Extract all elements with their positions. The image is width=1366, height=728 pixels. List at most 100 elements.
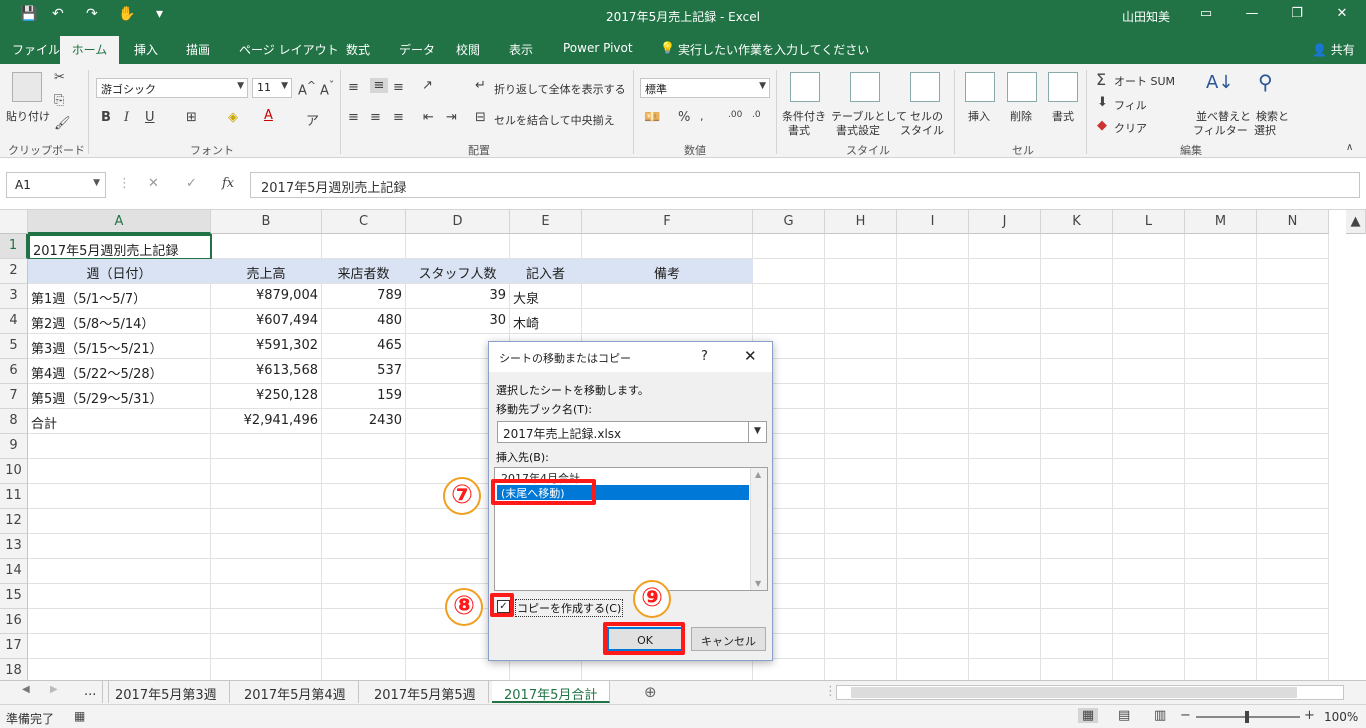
delete-cells-button[interactable]: 削除 bbox=[1010, 108, 1032, 124]
grid-cell[interactable] bbox=[969, 509, 1041, 534]
create-copy-label[interactable]: コピーを作成する(C) bbox=[515, 599, 624, 617]
column-header-m[interactable]: M bbox=[1185, 210, 1257, 234]
align-bottom-icon[interactable]: ≡ bbox=[393, 80, 404, 95]
vertical-scrollbar[interactable]: ▲ bbox=[1346, 210, 1366, 234]
grid-cell[interactable] bbox=[825, 409, 897, 434]
wrap-text-button[interactable]: 折り返して全体を表示する bbox=[494, 81, 626, 97]
row-header[interactable]: 1 bbox=[0, 234, 28, 259]
grid-cell[interactable] bbox=[1041, 634, 1113, 659]
cell[interactable]: 第1週（5/1〜5/7） bbox=[28, 284, 211, 309]
column-header-f[interactable]: F bbox=[582, 210, 753, 234]
grid-cell[interactable] bbox=[1185, 484, 1257, 509]
cell[interactable]: 465 bbox=[322, 334, 406, 359]
grid-cell[interactable] bbox=[322, 584, 406, 609]
cell[interactable]: ¥607,494 bbox=[211, 309, 322, 334]
grid-cell[interactable] bbox=[1185, 509, 1257, 534]
grid-cell[interactable] bbox=[1041, 484, 1113, 509]
grid-cell[interactable] bbox=[1041, 284, 1113, 309]
grid-cell[interactable] bbox=[969, 534, 1041, 559]
column-header-h[interactable]: H bbox=[825, 210, 897, 234]
grid-cell[interactable] bbox=[1185, 359, 1257, 384]
grid-cell[interactable] bbox=[969, 234, 1041, 259]
row-header[interactable]: 11 bbox=[0, 484, 28, 509]
grid-cell[interactable] bbox=[969, 334, 1041, 359]
clear-button[interactable]: クリア bbox=[1114, 120, 1147, 136]
grid-cell[interactable] bbox=[1041, 559, 1113, 584]
grid-cell[interactable] bbox=[897, 359, 969, 384]
phonetic-icon[interactable]: ア bbox=[306, 110, 319, 129]
cancel-button[interactable]: キャンセル bbox=[691, 627, 766, 651]
font-size-combo[interactable]: 11 ▼ bbox=[252, 78, 292, 98]
row-header[interactable]: 14 bbox=[0, 559, 28, 584]
grid-cell[interactable] bbox=[211, 559, 322, 584]
align-center-icon[interactable]: ≡ bbox=[370, 110, 381, 125]
cell[interactable]: ¥879,004 bbox=[211, 284, 322, 309]
collapse-ribbon-icon[interactable]: ∧ bbox=[1346, 142, 1353, 153]
grid-cell[interactable] bbox=[1185, 409, 1257, 434]
tab-formulas[interactable]: 数式 bbox=[346, 41, 370, 58]
grid-cell[interactable] bbox=[969, 259, 1041, 284]
cell[interactable]: 備考 bbox=[582, 259, 753, 284]
grid-cell[interactable] bbox=[1257, 559, 1329, 584]
grid-cell[interactable] bbox=[897, 509, 969, 534]
grid-cell[interactable] bbox=[1257, 309, 1329, 334]
grid-cell[interactable] bbox=[1185, 609, 1257, 634]
column-header-d[interactable]: D bbox=[406, 210, 510, 234]
grid-cell[interactable] bbox=[1113, 484, 1185, 509]
grid-cell[interactable] bbox=[211, 584, 322, 609]
grid-cell[interactable] bbox=[1185, 309, 1257, 334]
grid-cell[interactable] bbox=[1257, 459, 1329, 484]
column-header-n[interactable]: N bbox=[1257, 210, 1329, 234]
zoom-out-icon[interactable]: − bbox=[1180, 708, 1191, 723]
align-top-icon[interactable]: ≡ bbox=[348, 80, 359, 95]
column-header-l[interactable]: L bbox=[1113, 210, 1185, 234]
row-header[interactable]: 6 bbox=[0, 359, 28, 384]
row-header[interactable]: 8 bbox=[0, 409, 28, 434]
cell[interactable]: 30 bbox=[406, 309, 510, 334]
grid-cell[interactable] bbox=[582, 309, 753, 334]
grid-cell[interactable] bbox=[1257, 609, 1329, 634]
grid-cell[interactable] bbox=[582, 234, 753, 259]
grid-cell[interactable] bbox=[1041, 609, 1113, 634]
grid-cell[interactable] bbox=[897, 284, 969, 309]
format-cells-button[interactable]: 書式 bbox=[1052, 108, 1074, 124]
grid-cell[interactable] bbox=[897, 609, 969, 634]
grid-cell[interactable] bbox=[1185, 284, 1257, 309]
grid-cell[interactable] bbox=[825, 459, 897, 484]
bold-button[interactable]: B bbox=[101, 110, 111, 125]
grid-cell[interactable] bbox=[1041, 509, 1113, 534]
cell[interactable]: 789 bbox=[322, 284, 406, 309]
chevron-down-icon[interactable]: ▼ bbox=[748, 422, 766, 442]
cell[interactable]: 大泉 bbox=[510, 284, 582, 309]
row-header[interactable]: 4 bbox=[0, 309, 28, 334]
cell[interactable]: ¥613,568 bbox=[211, 359, 322, 384]
grid-cell[interactable] bbox=[1257, 509, 1329, 534]
grid-cell[interactable] bbox=[897, 584, 969, 609]
cell[interactable]: 売上高 bbox=[211, 259, 322, 284]
grid-cell[interactable] bbox=[897, 334, 969, 359]
cell[interactable]: 537 bbox=[322, 359, 406, 384]
formula-input[interactable]: 2017年5月週別売上記録 bbox=[250, 172, 1360, 198]
grid-cell[interactable] bbox=[825, 334, 897, 359]
grid-cell[interactable] bbox=[1041, 459, 1113, 484]
grid-cell[interactable] bbox=[582, 284, 753, 309]
macro-record-icon[interactable]: ▦ bbox=[74, 709, 85, 723]
tab-home[interactable]: ホーム bbox=[60, 36, 119, 64]
shrink-font-icon[interactable]: Aˇ bbox=[320, 79, 334, 98]
grid-cell[interactable] bbox=[897, 459, 969, 484]
align-middle-icon[interactable]: ≡ bbox=[370, 78, 388, 93]
grid-cell[interactable] bbox=[28, 509, 211, 534]
grid-cell[interactable] bbox=[1113, 559, 1185, 584]
row-header[interactable]: 2 bbox=[0, 259, 28, 284]
cell[interactable]: 39 bbox=[406, 284, 510, 309]
grid-cell[interactable] bbox=[1041, 334, 1113, 359]
horizontal-scrollbar[interactable] bbox=[836, 685, 1344, 700]
grid-cell[interactable] bbox=[1113, 409, 1185, 434]
grid-cell[interactable] bbox=[1185, 459, 1257, 484]
grid-cell[interactable] bbox=[969, 384, 1041, 409]
increase-indent-icon[interactable]: ⇥ bbox=[446, 110, 457, 125]
grid-cell[interactable] bbox=[1185, 384, 1257, 409]
grid-cell[interactable] bbox=[322, 434, 406, 459]
user-name[interactable]: 山田知美 bbox=[1122, 8, 1170, 25]
cell[interactable]: ¥591,302 bbox=[211, 334, 322, 359]
